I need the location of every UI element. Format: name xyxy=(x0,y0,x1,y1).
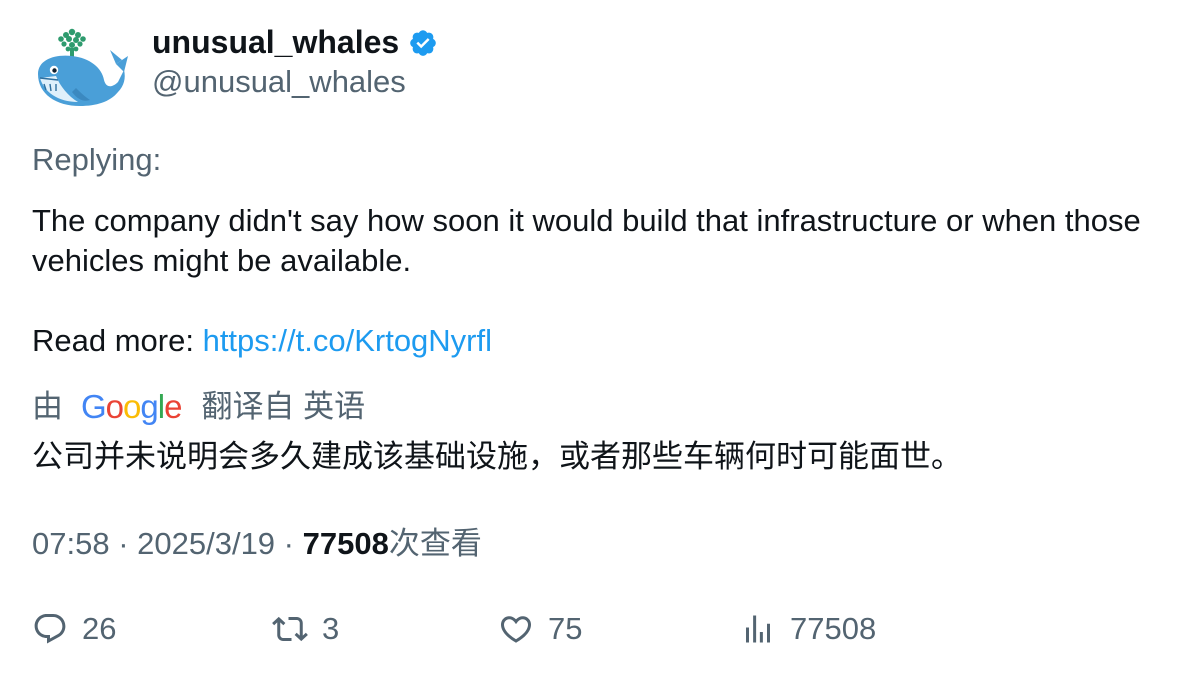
tweet-body: The company didn't say how soon it would… xyxy=(32,201,1162,361)
heart-icon xyxy=(500,616,532,643)
google-letter: e xyxy=(164,388,182,425)
like-count: 75 xyxy=(548,611,583,646)
google-logo[interactable]: Google xyxy=(81,387,182,427)
translation-attribution: 由 Google 翻译自 英语 xyxy=(32,387,365,427)
verified-badge-icon[interactable] xyxy=(408,28,438,58)
meta-separator: · xyxy=(275,526,303,561)
user-handle[interactable]: @unusual_whales xyxy=(152,62,406,102)
tweet-date[interactable]: 2025/3/19 xyxy=(137,526,275,561)
google-letter: g xyxy=(140,388,158,425)
retweet-button[interactable]: 3 xyxy=(272,611,339,647)
avatar[interactable] xyxy=(32,26,128,114)
reply-icon xyxy=(34,614,66,644)
reply-count: 26 xyxy=(82,611,117,646)
whale-icon xyxy=(38,28,128,106)
meta-separator: · xyxy=(109,526,138,561)
like-button[interactable]: 75 xyxy=(498,611,582,647)
read-more-label: Read more: xyxy=(32,323,203,358)
google-letter: G xyxy=(81,388,107,425)
analytics-icon xyxy=(746,615,770,643)
display-name[interactable]: unusual_whales xyxy=(152,22,399,62)
author-name-row: unusual_whales xyxy=(152,22,438,62)
translated-by-label: 由 xyxy=(32,389,63,424)
translated-text: 公司并未说明会多久建成该基础设施，或者那些车辆何时可能面世。 xyxy=(32,439,962,474)
retweet-count: 3 xyxy=(322,611,340,646)
read-more-line: Read more: https://t.co/KrtogNyrfl xyxy=(32,321,1162,361)
views-count: 77508 xyxy=(302,526,389,561)
translated-from-label: 翻译自 英语 xyxy=(201,389,366,424)
reply-button[interactable]: 26 xyxy=(32,611,116,647)
google-letter: o xyxy=(123,388,141,425)
tweet-link[interactable]: https://t.co/KrtogNyrfl xyxy=(203,323,492,358)
retweet-icon xyxy=(272,616,308,642)
views-button[interactable]: 77508 xyxy=(740,611,876,647)
views-action-count: 77508 xyxy=(790,611,877,646)
views-label: 次查看 xyxy=(388,526,482,561)
tweet-paragraph: The company didn't say how soon it would… xyxy=(32,203,1141,278)
tweet-time[interactable]: 07:58 xyxy=(32,526,110,561)
google-letter: o xyxy=(105,388,124,425)
tweet-meta: 07:58 · 2025/3/19 · 77508次查看 xyxy=(32,524,482,564)
action-bar: 26 3 75 77508 xyxy=(0,611,1196,655)
replying-label: Replying: xyxy=(32,142,162,177)
